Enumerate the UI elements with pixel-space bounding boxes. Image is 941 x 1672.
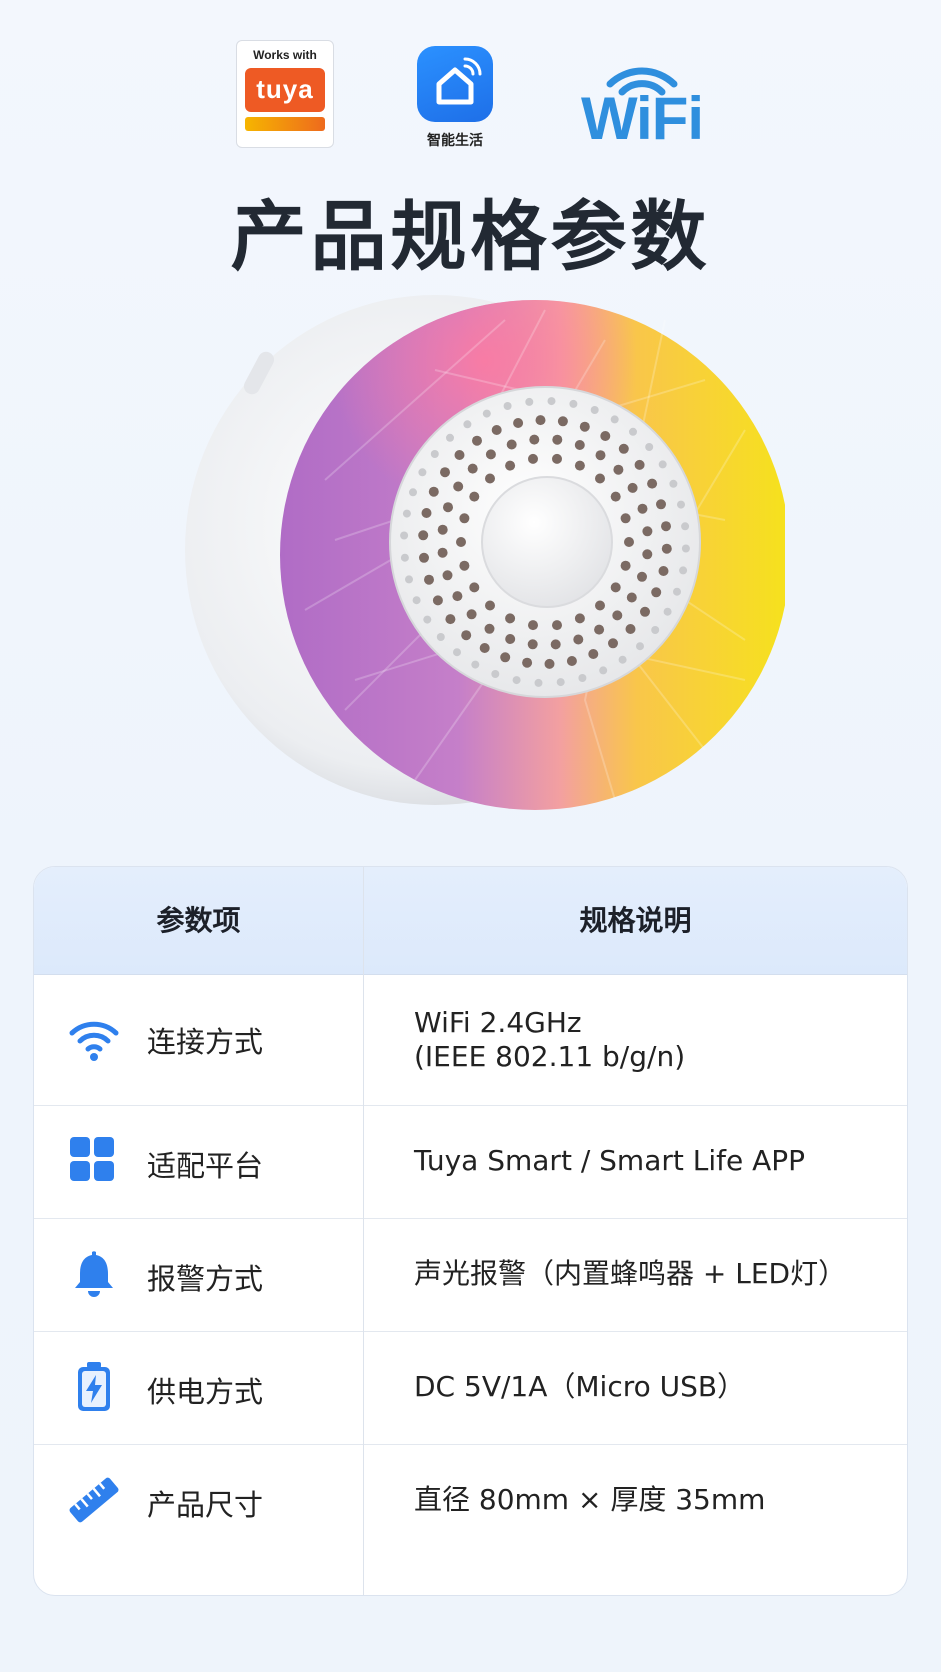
row-value: 直径 80mm × 厚度 35mm [414,1483,766,1516]
product-image-alarm-device [185,280,790,830]
tuya-works-with-text: Works with [253,48,317,62]
column-divider [363,867,364,1595]
row-value: DC 5V/1A（Micro USB） [414,1370,746,1403]
row-value: 声光报警（内置蜂鸣器 + LED灯） [414,1257,847,1290]
row-label: 连接方式 [147,1025,264,1059]
wifi-logo: WiFi [572,46,712,152]
wifi-icon [68,1013,120,1065]
page-title: 产品规格参数 [230,192,711,281]
table-row-size: 产品尺寸 直径 80mm × 厚度 35mm [34,1444,907,1595]
wifi-wordmark: WiFi [580,85,704,152]
row-value: WiFi 2.4GHz (IEEE 802.11 b/g/n) [414,1006,686,1073]
table-header-row: 参数项 规格说明 [34,867,907,975]
table-row-connection: 连接方式 WiFi 2.4GHz (IEEE 802.11 b/g/n) [34,974,907,1106]
row-label: 适配平台 [147,1149,264,1183]
row-label: 产品尺寸 [147,1488,264,1522]
bell-icon [68,1248,120,1300]
header-spec: 规格说明 [579,904,692,937]
brand-logos: Works with tuya 智能生活 WiFi [0,36,941,156]
row-value: Tuya Smart / Smart Life APP [414,1144,806,1177]
app-caption: 智能生活 [427,133,483,149]
tuya-logo: Works with tuya [236,40,334,148]
table-row-power: 供电方式 DC 5V/1A（Micro USB） [34,1331,907,1445]
tuya-wordmark: tuya [256,74,314,104]
smart-life-app-icon [417,46,493,122]
table-row-alarm: 报警方式 声光报警（内置蜂鸣器 + LED灯） [34,1218,907,1332]
row-label: 报警方式 [147,1262,264,1296]
grid-icon [68,1135,120,1187]
spec-table: 参数项 规格说明 连接方式 WiFi 2.4GHz (IEEE 802.11 b… [33,866,908,1596]
row-label: 供电方式 [147,1375,264,1409]
battery-icon [68,1361,120,1413]
header-param: 参数项 [156,904,241,937]
table-row-platform: 适配平台 Tuya Smart / Smart Life APP [34,1105,907,1219]
ruler-icon [68,1474,120,1526]
